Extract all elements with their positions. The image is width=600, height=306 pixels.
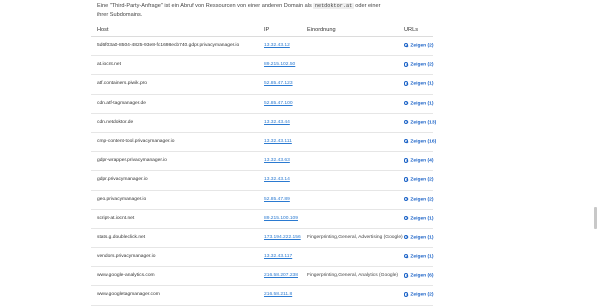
table-row: cdn.netdoktor.de 13.32.43.44 Zeigen (13) (91, 114, 437, 133)
arrow-circle-icon (404, 177, 409, 182)
ip-link[interactable]: 13.32.43.111 (264, 139, 292, 144)
ip-link[interactable]: 13.32.43.117 (264, 254, 292, 259)
zeigen-link[interactable]: Zeigen (2) (404, 292, 434, 298)
host-cell: atf.containers.piwik.pro (97, 81, 148, 87)
zeigen-label: Zeigen (2) (410, 43, 434, 49)
host-cell: cdn.netdoktor.de (97, 119, 134, 125)
host-cell: www.googletagmanager.com (97, 292, 160, 298)
zeigen-label: Zeigen (13) (410, 120, 437, 126)
intro-line1-pre: Eine "Third-Party-Anfrage" ist ein Abruf… (97, 3, 312, 9)
header-ip: IP (264, 27, 270, 33)
zeigen-label: Zeigen (2) (410, 62, 434, 68)
zeigen-link[interactable]: Zeigen (2) (404, 196, 434, 202)
table-row: vendors.privacymanager.io 13.32.43.117 Zei… (91, 248, 434, 268)
table-row: cdn.atf-tagmanager.de 52.85.47.100 Zeigen … (91, 95, 434, 114)
arrow-circle-icon (404, 292, 409, 297)
arrow-circle-icon (404, 158, 409, 163)
host-cell: geo.privacymanager.io (97, 196, 147, 202)
ip-link[interactable]: 52.85.47.89 (264, 197, 290, 202)
host-cell: cmp-content-tool.privacymanager.io (97, 138, 175, 144)
arrow-circle-icon (404, 138, 409, 144)
ip-link[interactable]: 13.32.43.14 (264, 177, 290, 182)
zeigen-link[interactable]: Zeigen (1) (404, 100, 434, 106)
table-row: script-at.iocnt.net 89.215.100.109 Zeigen … (91, 210, 434, 229)
third-party-table: Host IP Einordnung URLs 5d6f03a0-8504-48… (91, 24, 437, 306)
zeigen-link[interactable]: Zeigen (2) (404, 43, 434, 48)
zeigen-link[interactable]: Zeigen (2) (404, 177, 434, 183)
table-row: geo.privacymanager.io 52.85.47.89 Zeigen (… (91, 191, 434, 210)
zeigen-link[interactable]: Zeigen (4) (404, 158, 434, 164)
ip-link[interactable]: 89.215.102.50 (264, 62, 295, 67)
host-cell: www.google-analytics.com (97, 273, 155, 279)
header-host: Host (97, 27, 109, 33)
host-cell: at.iocnt.net (97, 62, 121, 68)
arrow-circle-icon (404, 43, 409, 48)
ip-link[interactable]: 13.32.43.12 (264, 43, 290, 48)
arrow-circle-icon (404, 254, 409, 259)
zeigen-link[interactable]: Zeigen (6) (404, 273, 434, 279)
ip-link[interactable]: 13.32.43.63 (264, 158, 290, 163)
einordnung-cell: Fingerprinting,General, Advertising (Goo… (307, 234, 403, 240)
zeigen-link[interactable]: Zeigen (2) (404, 62, 434, 68)
arrow-circle-icon (404, 196, 409, 201)
zeigen-label: Zeigen (2) (410, 292, 434, 298)
table-header: Host IP Einordnung URLs (91, 24, 433, 37)
table-row: stats.g.doubleclick.net 173.194.222.156 Fi… (91, 229, 434, 249)
ip-link[interactable]: 216.58.207.238 (264, 273, 298, 278)
host-cell: cdn.atf-tagmanager.de (97, 100, 146, 106)
header-einordnung: Einordnung (307, 27, 336, 33)
zeigen-link[interactable]: Zeigen (1) (404, 215, 434, 222)
scrollbar-thumb[interactable] (594, 207, 597, 229)
zeigen-label: Zeigen (2) (410, 196, 434, 202)
zeigen-label: Zeigen (1) (410, 254, 434, 260)
table-row: 5d6f03a0-8504-4825-93e8-fc1698ecb740.gdp… (91, 37, 434, 57)
arrow-circle-icon (404, 100, 409, 105)
table-row: www.googletagmanager.com 216.58.211.8 Zeig… (91, 286, 434, 306)
arrow-circle-icon (404, 273, 409, 278)
zeigen-label: Zeigen (2) (410, 177, 434, 183)
ip-link[interactable]: 52.85.47.123 (264, 81, 293, 86)
arrow-circle-icon (404, 215, 409, 221)
host-cell: 5d6f03a0-8504-4825-93e8-fc1698ecb740.gdp… (97, 43, 240, 48)
zeigen-label: Zeigen (1) (410, 100, 434, 106)
einordnung-cell: Fingerprinting,General, Analytics (Googl… (307, 273, 399, 279)
domain-code: netdoktor.at (313, 3, 354, 9)
ip-link[interactable]: 52.85.47.100 (264, 101, 293, 106)
zeigen-label: Zeigen (1) (410, 235, 434, 241)
zeigen-link[interactable]: Zeigen (1) (404, 234, 434, 241)
arrow-circle-icon (404, 81, 409, 86)
intro-line1-post: oder einer (355, 3, 381, 9)
intro-text: Eine "Third-Party-Anfrage" ist ein Abruf… (97, 2, 397, 20)
arrow-circle-icon (404, 234, 409, 240)
ip-link[interactable]: 89.215.100.109 (264, 216, 298, 221)
arrow-circle-icon (404, 62, 409, 67)
table-body: 5d6f03a0-8504-4825-93e8-fc1698ecb740.gdp… (91, 37, 437, 306)
intro-line2: ihrer Subdomains. (97, 12, 143, 18)
header-urls: URLs (404, 27, 418, 33)
zeigen-label: Zeigen (16) (410, 139, 437, 145)
zeigen-label: Zeigen (1) (410, 216, 434, 222)
ip-link[interactable]: 13.32.43.44 (264, 120, 290, 125)
host-cell: vendors.privacymanager.io (97, 254, 156, 260)
zeigen-link[interactable]: Zeigen (1) (404, 81, 434, 87)
ip-link[interactable]: 216.58.211.8 (264, 292, 292, 297)
ip-link[interactable]: 173.194.222.156 (264, 235, 301, 240)
zeigen-label: Zeigen (4) (410, 158, 434, 164)
zeigen-link[interactable]: Zeigen (1) (404, 254, 434, 259)
arrow-circle-icon (404, 119, 409, 125)
host-cell: gdpr.privacymanager.io (97, 177, 148, 183)
host-cell: gdpr-wrapper.privacymanager.io (97, 158, 167, 164)
zeigen-link[interactable]: Zeigen (13) (404, 119, 437, 126)
table-row: atf.containers.piwik.pro 52.85.47.123 Zeig… (91, 75, 434, 95)
table-row: cmp-content-tool.privacymanager.io 13.32.… (91, 133, 437, 153)
zeigen-link[interactable]: Zeigen (16) (404, 138, 437, 145)
table-row: gdpr.privacymanager.io 13.32.43.14 Zeigen … (91, 171, 434, 191)
host-cell: stats.g.doubleclick.net (97, 234, 146, 240)
host-cell: script-at.iocnt.net (97, 215, 135, 221)
zeigen-label: Zeigen (6) (410, 273, 434, 279)
table-row: at.iocnt.net 89.215.102.50 Zeigen (2) (91, 56, 434, 76)
zeigen-label: Zeigen (1) (410, 81, 434, 87)
table-row: gdpr-wrapper.privacymanager.io 13.32.43.6… (91, 152, 434, 172)
